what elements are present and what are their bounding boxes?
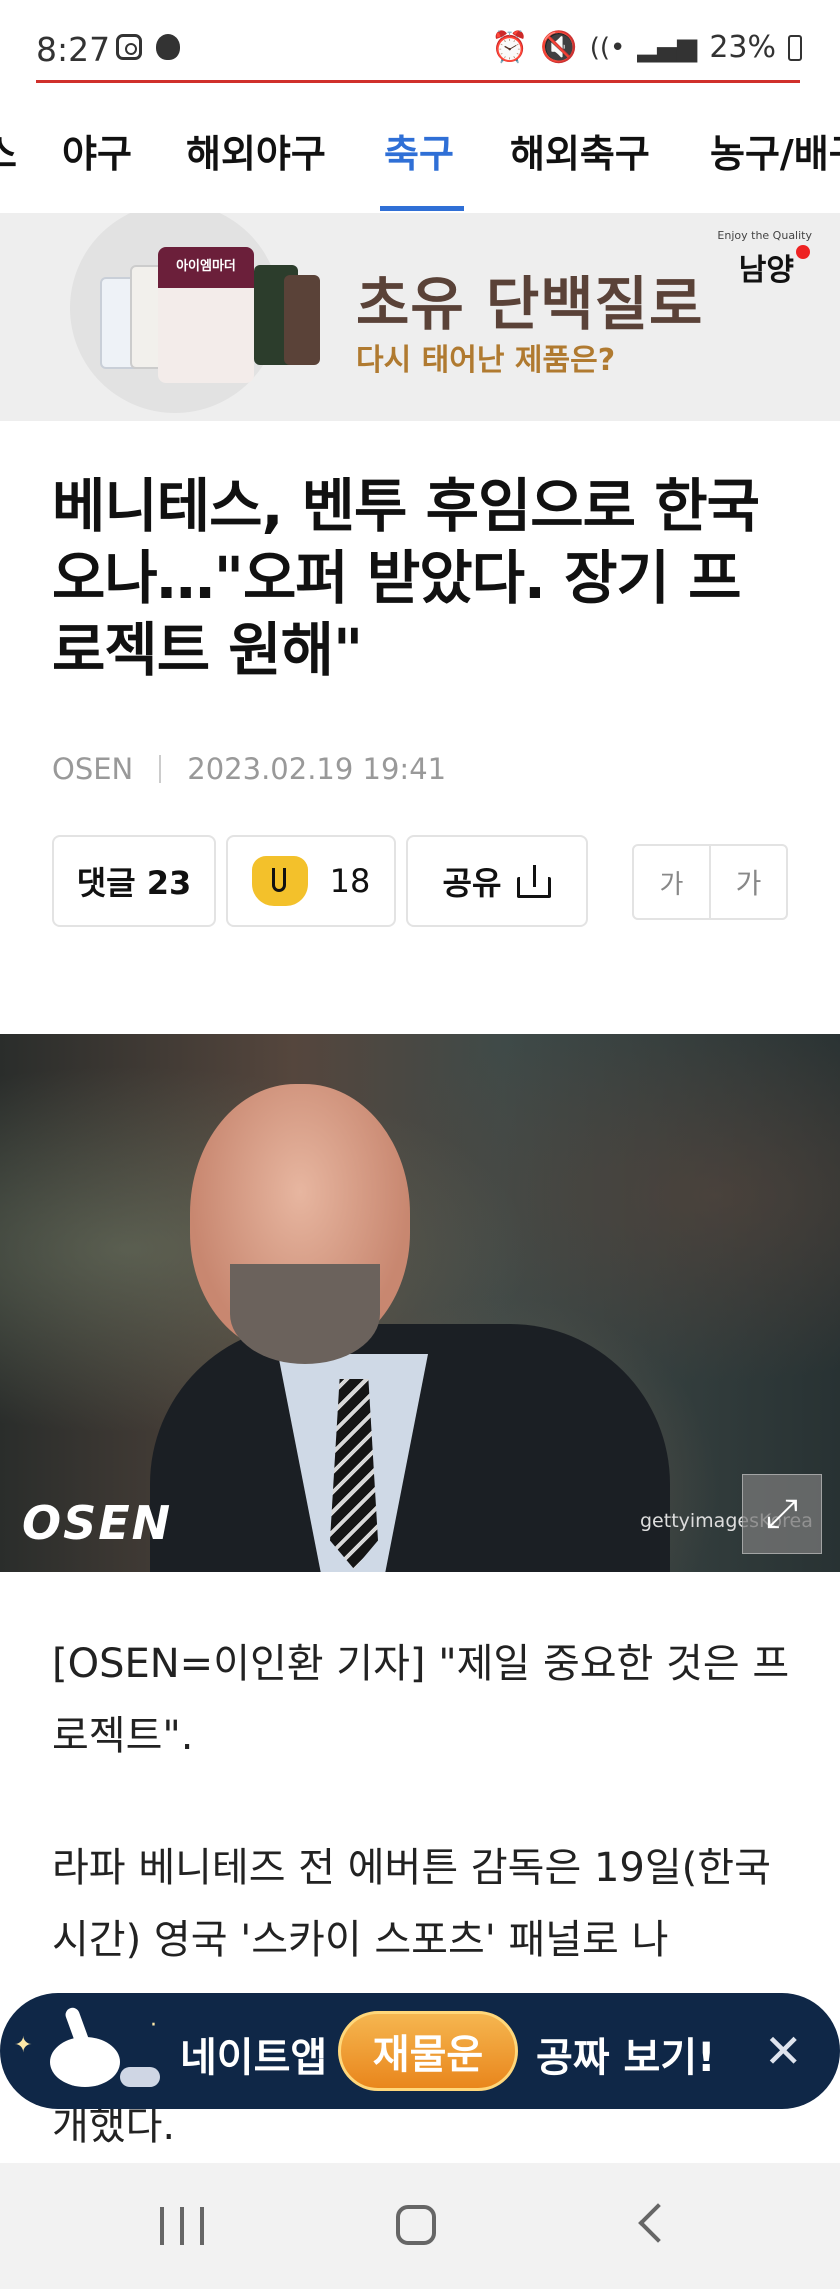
like-count: 18 — [329, 862, 371, 900]
share-button[interactable]: 공유 — [406, 835, 588, 927]
status-bar: 8:27 ⏰ 🔇 ((• ▂▄▆ 23% — [0, 0, 840, 82]
tab-baseball[interactable]: 야구 — [62, 123, 132, 178]
close-icon[interactable]: ✕ — [764, 2023, 803, 2079]
tab-overseas-football[interactable]: 해외축구 — [510, 123, 650, 178]
brand-dot — [796, 245, 810, 259]
rabbit-body — [50, 2037, 120, 2087]
font-size-control: 가 가 — [632, 844, 788, 920]
star-icon: ✦ — [14, 2033, 33, 2058]
notification-icon — [156, 34, 180, 60]
wifi-icon: ((• — [589, 32, 626, 63]
meta-divider — [159, 755, 162, 783]
system-nav-bar — [0, 2163, 840, 2289]
ad-brand-text: 남양 — [738, 253, 794, 288]
article-meta: OSEN 2023.02.19 19:41 — [52, 752, 446, 786]
active-tab-indicator — [380, 206, 464, 211]
ad-subline: 다시 태어난 제품은? — [356, 343, 616, 378]
tab-football[interactable]: 축구 — [384, 123, 454, 178]
comment-button[interactable]: 댓글 23 — [52, 835, 216, 927]
article-title: 베니테스, 벤투 후임으로 한국 오나…"오퍼 받았다. 장기 프로젝트 원해" — [52, 472, 760, 684]
comment-label: 댓글 23 — [76, 864, 192, 902]
back-icon[interactable] — [638, 2203, 678, 2243]
status-time: 8:27 — [36, 30, 111, 69]
promo-right-text: 공짜 보기! — [536, 2035, 716, 2081]
promo-left-text: 네이트앱 — [180, 2035, 328, 2081]
ad-banner[interactable]: 아이엠마더 초유 단백질로 다시 태어난 제품은? Enjoy the Qual… — [0, 213, 840, 421]
tab-basketball-volleyball[interactable]: 농구/배구 — [710, 123, 840, 178]
loading-line — [36, 80, 800, 83]
like-button[interactable]: 18 — [226, 835, 396, 927]
status-left-icons — [116, 34, 180, 60]
rabbit-icon — [30, 2005, 160, 2097]
like-icon — [251, 856, 308, 906]
expand-icon[interactable]: ⤢ — [742, 1474, 822, 1554]
photo-beard — [230, 1264, 380, 1364]
article-source[interactable]: OSEN — [52, 752, 133, 786]
status-right: ⏰ 🔇 ((• ▂▄▆ 23% — [491, 30, 802, 65]
tab-partial-left[interactable]: 스 — [0, 123, 17, 178]
cloud-icon — [120, 2067, 160, 2087]
article-datetime: 2023.02.19 19:41 — [187, 752, 447, 786]
article-photo[interactable]: OSEN gettyimagesKorea ⤢ — [0, 1034, 840, 1572]
ad-brand-logo: 남양 — [739, 245, 810, 289]
photo-osen-logo: OSEN — [22, 1496, 173, 1550]
share-label: 공유 — [442, 864, 502, 902]
recent-apps-icon[interactable] — [160, 2207, 204, 2245]
mute-icon: 🔇 — [540, 30, 578, 65]
product-can — [284, 275, 320, 365]
battery-text: 23% — [709, 30, 776, 65]
ad-brand-tagline: Enjoy the Quality — [717, 229, 812, 242]
category-tabs: 스 야구 해외야구 축구 해외축구 농구/배구 — [0, 95, 840, 215]
tab-overseas-baseball[interactable]: 해외야구 — [186, 123, 326, 178]
share-icon — [517, 865, 552, 898]
battery-icon — [788, 34, 802, 61]
promo-banner[interactable]: ✦ · 네이트앱 재물운 공짜 보기! ✕ — [0, 1993, 840, 2109]
article-paragraph: [OSEN=이인환 기자] "제일 중요한 것은 프로젝트". — [52, 1641, 790, 1759]
alarm-icon: ⏰ — [490, 30, 529, 65]
font-smaller-button[interactable]: 가 — [634, 846, 711, 918]
article-paragraph: 라파 베니테즈 전 에버튼 감독은 19일(한국시간) 영국 '스카이 스포츠'… — [52, 1845, 771, 1963]
star-icon: · — [150, 2013, 157, 2038]
ad-headline: 초유 단백질로 — [356, 270, 704, 338]
signal-icon: ▂▄▆ — [637, 32, 698, 63]
product-main-can: 아이엠마더 — [158, 247, 254, 383]
font-larger-button[interactable]: 가 — [711, 846, 786, 918]
promo-pill: 재물운 — [338, 2011, 518, 2091]
home-icon[interactable] — [396, 2205, 436, 2245]
product-label: 아이엠마더 — [176, 259, 236, 274]
instagram-icon — [116, 34, 142, 60]
